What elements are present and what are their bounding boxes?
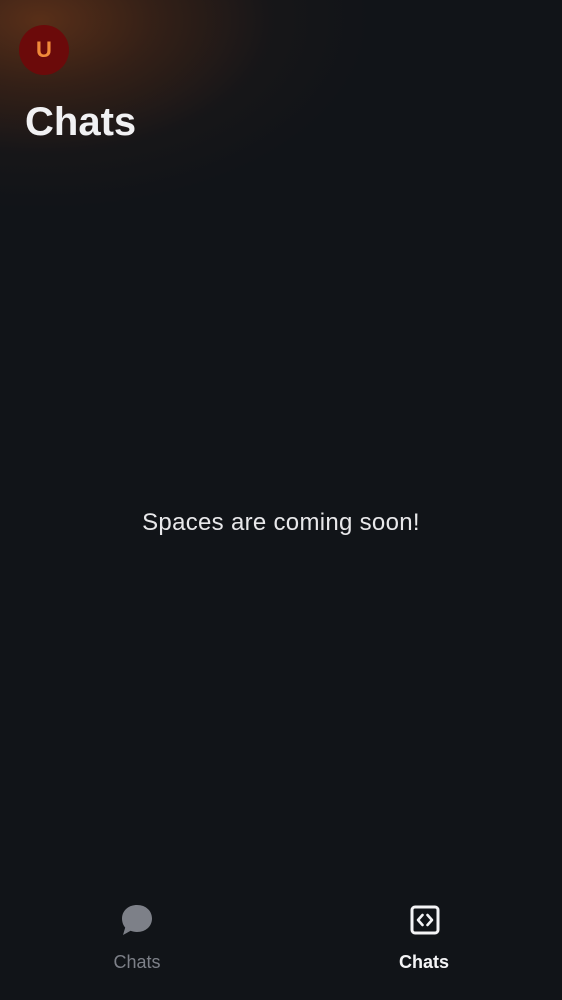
nav-label-chats: Chats (113, 952, 161, 972)
page-title: Chats (25, 100, 137, 144)
bottom-navigation: Chats Chats (0, 880, 562, 1000)
avatar-initial: U (36, 37, 52, 62)
nav-label-chats-active: Chats (398, 952, 449, 972)
nav-item-chats[interactable]: Chats (0, 880, 281, 1000)
chat-bubble-icon (117, 900, 157, 940)
empty-state-message: Spaces are coming soon! (142, 509, 420, 536)
chats-screen: U Chats Spaces are coming soon! Chats Ch… (0, 0, 562, 1000)
avatar[interactable]: U (19, 25, 69, 75)
nav-item-chats-active[interactable]: Chats (281, 880, 562, 1000)
code-brackets-icon (405, 900, 445, 940)
